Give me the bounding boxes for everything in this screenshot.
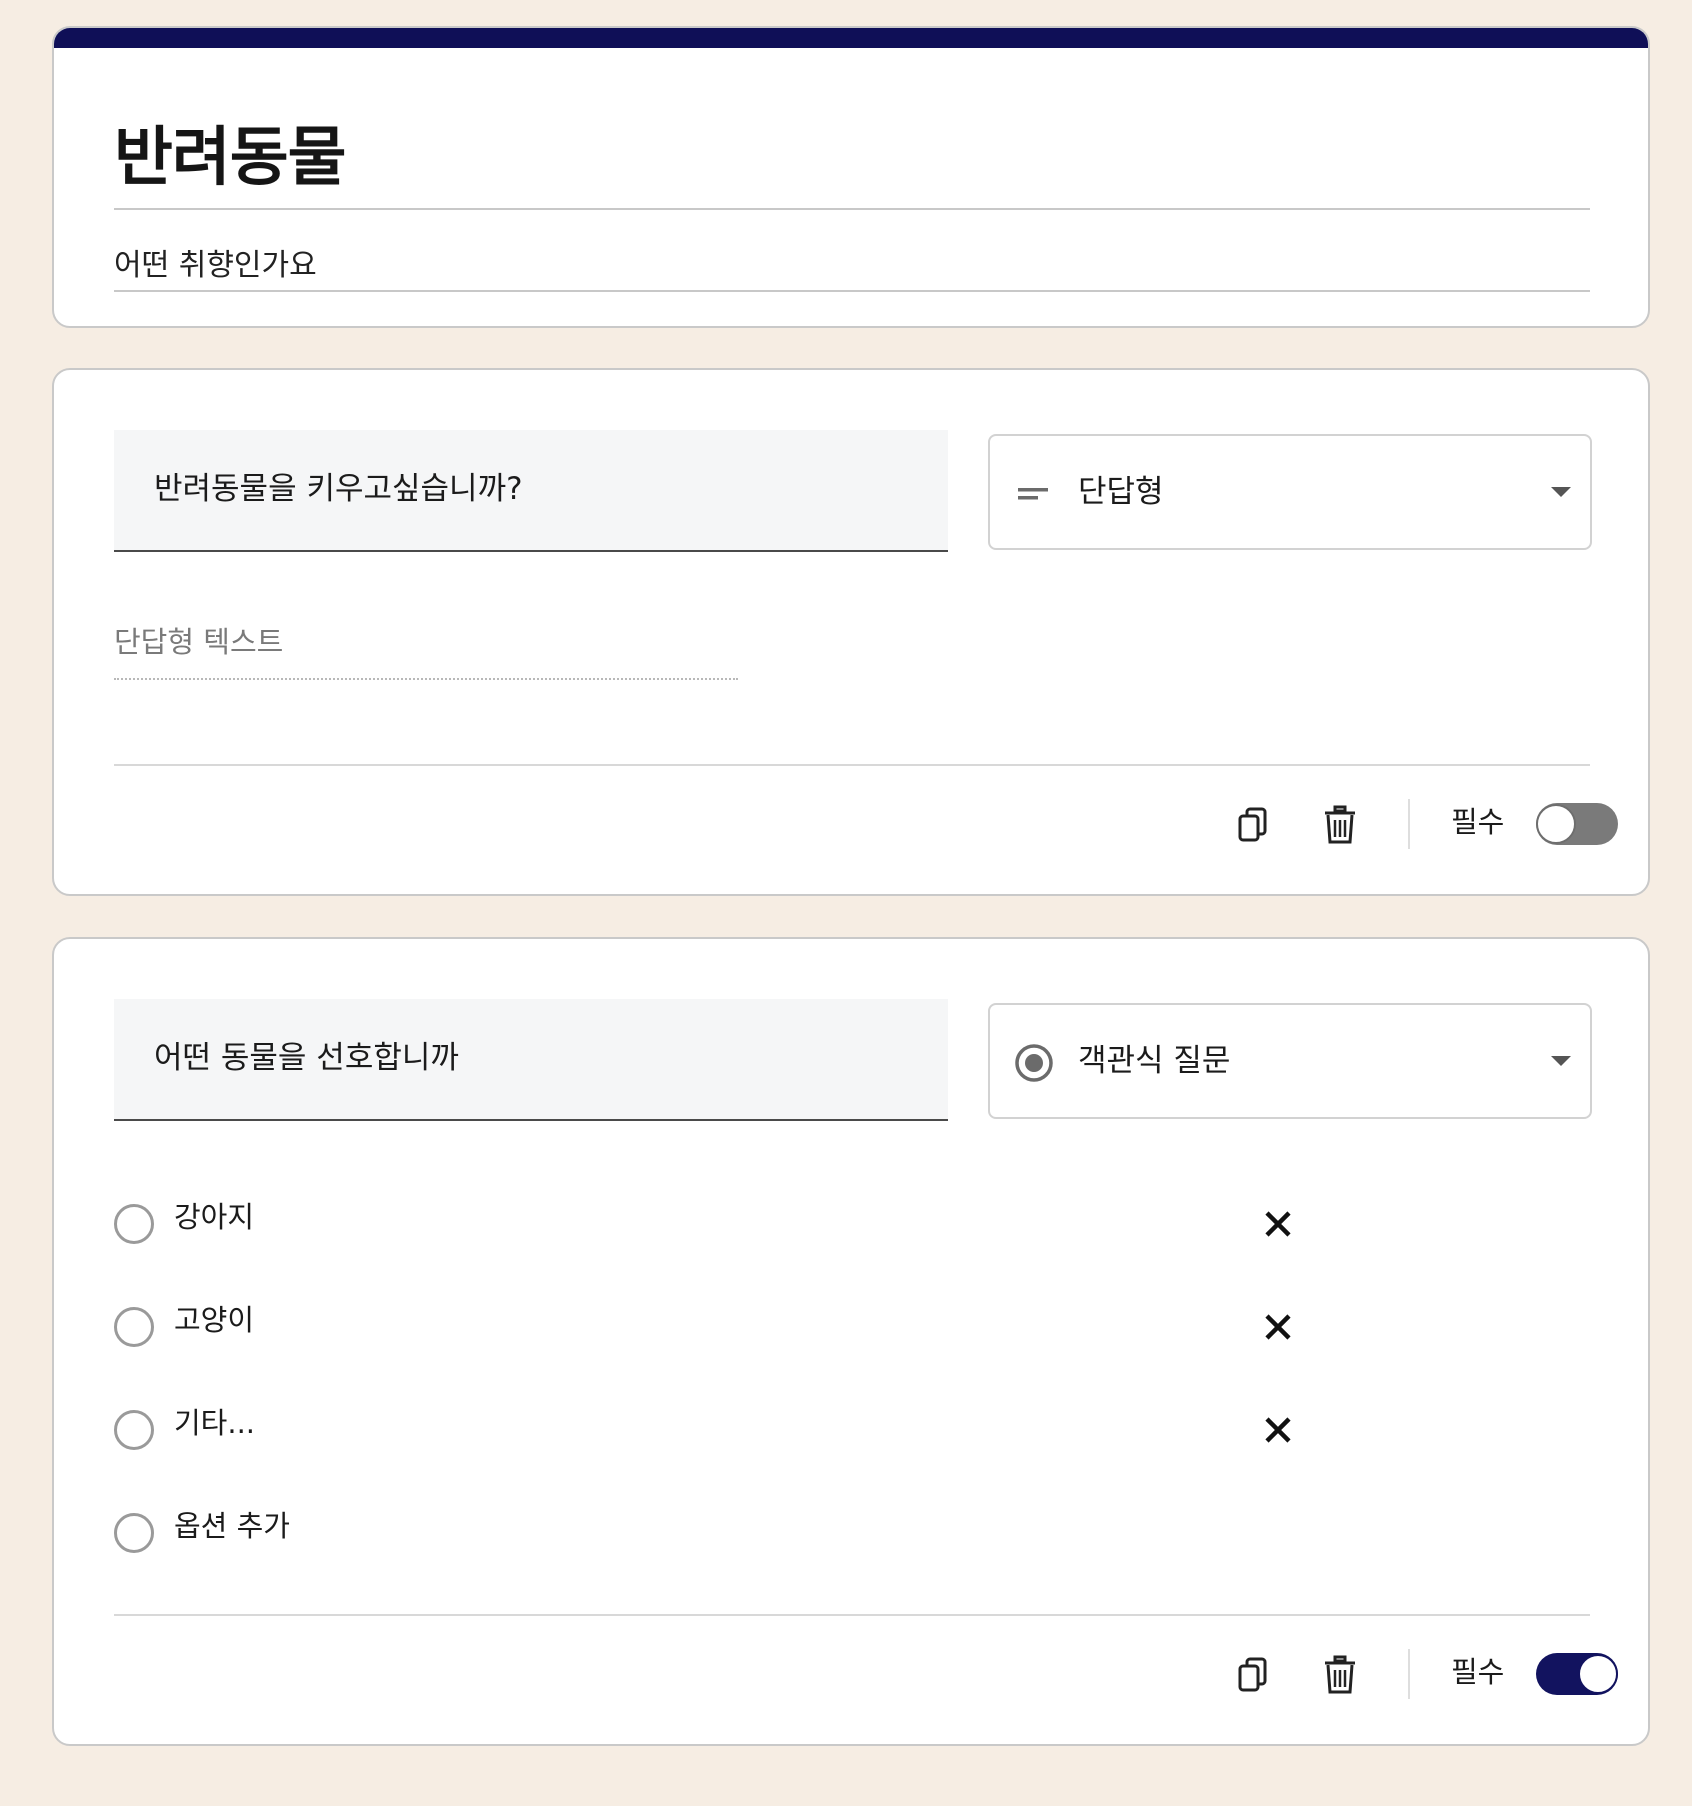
option-radio <box>114 1204 154 1244</box>
radio-button-icon <box>1015 1044 1053 1082</box>
required-toggle[interactable] <box>1536 1653 1618 1695</box>
option-label[interactable]: 고양이 <box>174 1295 254 1345</box>
question-card-1[interactable]: 반려동물을 키우고싶습니까? 단답형 단답형 텍스트 필수 <box>52 368 1650 896</box>
question-title-text: 반려동물을 키우고싶습니까? <box>154 471 523 507</box>
short-answer-icon <box>1018 488 1048 500</box>
question-type-label: 객관식 질문 <box>1078 1043 1231 1079</box>
option-radio <box>114 1513 154 1553</box>
footer-divider <box>114 1614 1590 1616</box>
option-radio <box>114 1410 154 1450</box>
toggle-knob <box>1578 1654 1618 1694</box>
add-option-button[interactable]: 옵션 추가 <box>174 1501 290 1551</box>
option-row: 강아지 <box>114 1192 1291 1252</box>
add-option-row[interactable]: 옵션 추가 <box>114 1501 1214 1561</box>
required-label: 필수 <box>1451 805 1505 839</box>
form-header-card: 반려동물 어떤 취향인가요 <box>52 26 1650 328</box>
trash-icon[interactable] <box>1318 1653 1362 1697</box>
required-label: 필수 <box>1451 1655 1505 1689</box>
question-footer-actions: 필수 <box>1158 795 1618 855</box>
form-title-field[interactable]: 반려동물 <box>114 106 1590 210</box>
copy-icon[interactable] <box>1232 1653 1276 1697</box>
question-title-input[interactable]: 반려동물을 키우고싶습니까? <box>114 430 948 552</box>
short-answer-placeholder: 단답형 텍스트 <box>114 620 738 680</box>
toggle-knob <box>1536 804 1576 844</box>
option-row: 고양이 <box>114 1295 1291 1355</box>
option-radio <box>114 1307 154 1347</box>
footer-divider <box>114 764 1590 766</box>
dropdown-arrow-icon <box>1551 1056 1571 1066</box>
footer-separator <box>1408 1649 1410 1699</box>
header-accent-bar <box>54 28 1648 48</box>
close-icon[interactable] <box>1260 1309 1296 1345</box>
trash-icon[interactable] <box>1318 803 1362 847</box>
question-type-label: 단답형 <box>1078 474 1164 510</box>
close-icon[interactable] <box>1260 1412 1296 1448</box>
copy-icon[interactable] <box>1232 803 1276 847</box>
dropdown-arrow-icon <box>1551 487 1571 497</box>
question-type-dropdown[interactable]: 단답형 <box>988 434 1592 550</box>
footer-separator <box>1408 799 1410 849</box>
required-toggle[interactable] <box>1536 803 1618 845</box>
question-type-dropdown[interactable]: 객관식 질문 <box>988 1003 1592 1119</box>
option-label[interactable]: 강아지 <box>174 1192 254 1242</box>
option-label[interactable]: 기타... <box>174 1398 255 1448</box>
form-description-field[interactable]: 어떤 취향인가요 <box>114 240 1590 292</box>
question-title-text: 어떤 동물을 선호합니까 <box>154 1040 459 1076</box>
option-row: 기타... <box>114 1398 1291 1458</box>
question-footer-actions: 필수 <box>1158 1645 1618 1705</box>
question-card-2[interactable]: 어떤 동물을 선호합니까 객관식 질문 강아지 고양이 기타... 옵션 추가 … <box>52 937 1650 1746</box>
close-icon[interactable] <box>1260 1206 1296 1242</box>
question-title-input[interactable]: 어떤 동물을 선호합니까 <box>114 999 948 1121</box>
